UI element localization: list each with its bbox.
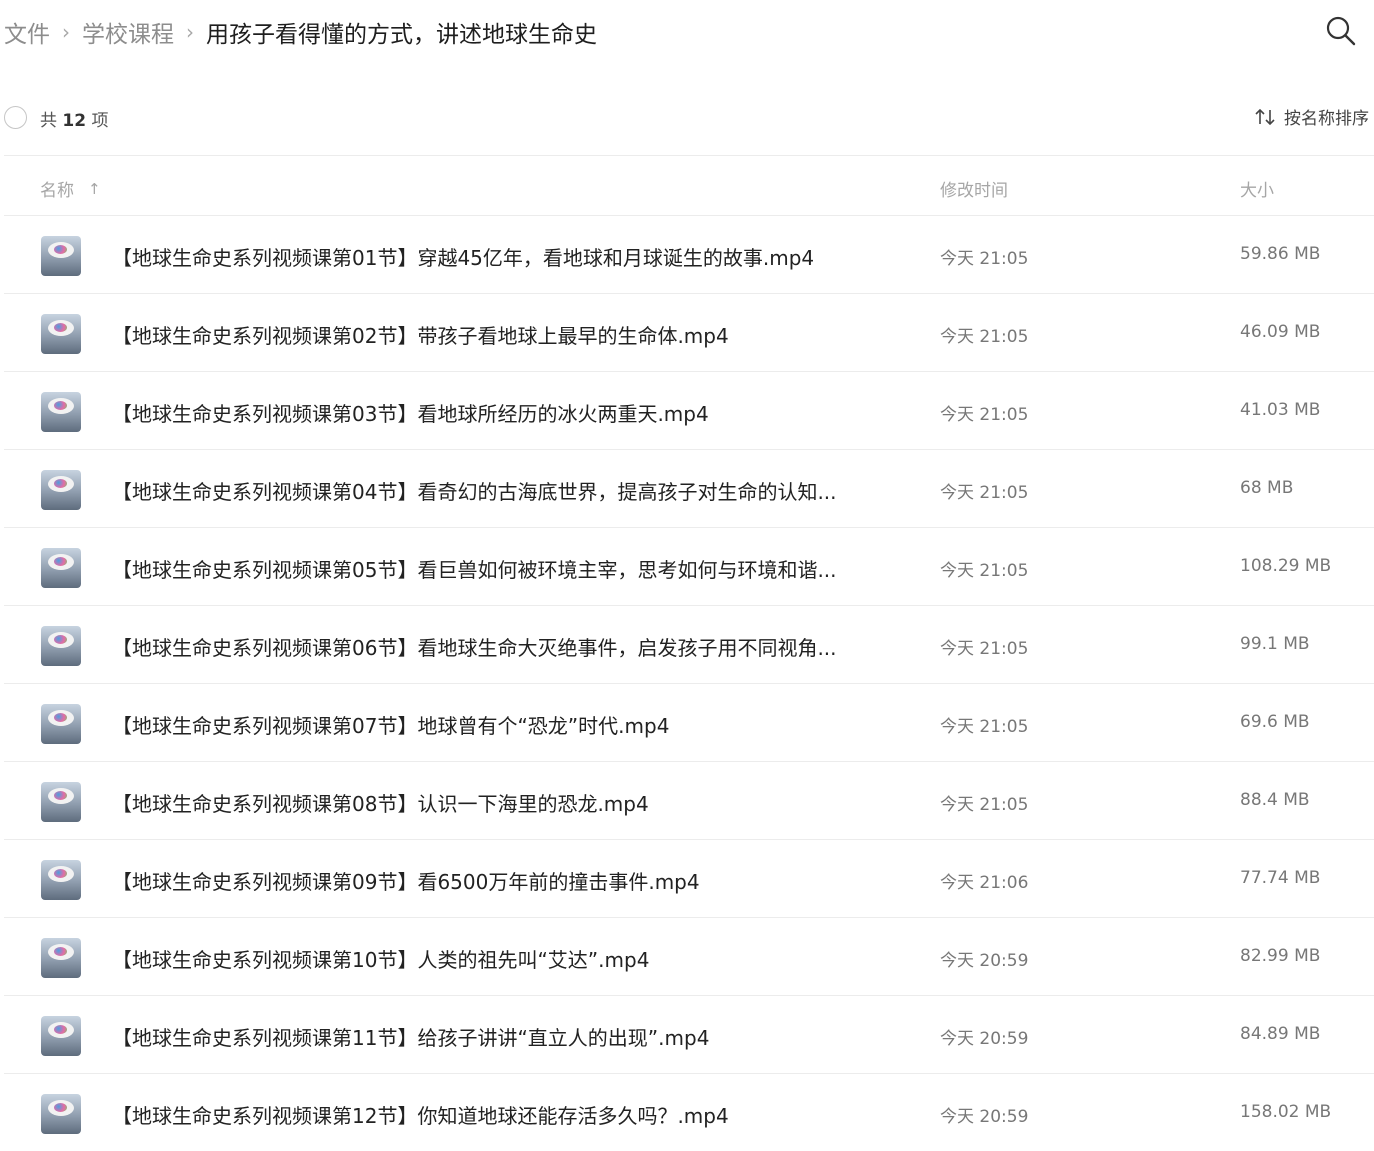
video-thumbnail-icon (41, 626, 81, 666)
toolbar: 共 12 项 按名称排序 (0, 96, 1374, 140)
video-thumbnail-icon (41, 704, 81, 744)
file-row[interactable]: 【地球生命史系列视频课第06节】看地球生命大灭绝事件，启发孩子用不同视角... 今… (0, 606, 1374, 684)
sort-icon (1255, 108, 1275, 125)
file-row[interactable]: 【地球生命史系列视频课第12节】你知道地球还能存活多久吗？.mp4 今天 20:5… (0, 1074, 1374, 1151)
file-modified-time: 今天 21:06 (940, 873, 1029, 893)
count-value: 12 (62, 111, 87, 131)
file-row[interactable]: 【地球生命史系列视频课第03节】看地球所经历的冰火两重天.mp4 今天 21:05… (0, 372, 1374, 450)
file-size: 108.29 MB (1240, 556, 1332, 576)
sort-ascending-icon: ↑ (88, 179, 101, 198)
file-modified-time: 今天 20:59 (940, 1107, 1029, 1127)
file-row[interactable]: 【地球生命史系列视频课第11节】给孩子讲讲“直立人的出现”.mp4 今天 20:5… (0, 996, 1374, 1074)
column-header-name[interactable]: 名称 ↑ (40, 176, 101, 202)
file-modified-time: 今天 21:05 (940, 483, 1029, 503)
column-header-size[interactable]: 大小 (1240, 176, 1274, 201)
sort-button[interactable]: 按名称排序 (1254, 104, 1369, 129)
file-name[interactable]: 【地球生命史系列视频课第05节】看巨兽如何被环境主宰，思考如何与环境和谐... (112, 554, 882, 583)
select-all-checkbox[interactable] (4, 106, 27, 129)
count-suffix: 项 (91, 111, 109, 131)
file-name[interactable]: 【地球生命史系列视频课第11节】给孩子讲讲“直立人的出现”.mp4 (112, 1022, 882, 1051)
video-thumbnail-icon (41, 548, 81, 588)
sort-label: 按名称排序 (1284, 109, 1369, 129)
divider (4, 155, 1374, 156)
file-size: 84.89 MB (1240, 1024, 1321, 1044)
file-size: 88.4 MB (1240, 790, 1310, 810)
item-count: 共 12 项 (40, 106, 108, 131)
file-row[interactable]: 【地球生命史系列视频课第01节】穿越45亿年，看地球和月球诞生的故事.mp4 今天… (0, 216, 1374, 294)
video-thumbnail-icon (41, 314, 81, 354)
file-modified-time: 今天 20:59 (940, 951, 1029, 971)
breadcrumb: 文件 › 学校课程 › 用孩子看得懂的方式，讲述地球生命史 (4, 14, 597, 50)
breadcrumb-folder[interactable]: 学校课程 (82, 15, 174, 49)
file-modified-time: 今天 21:05 (940, 561, 1029, 581)
file-size: 46.09 MB (1240, 322, 1321, 342)
file-name[interactable]: 【地球生命史系列视频课第10节】人类的祖先叫“艾达”.mp4 (112, 944, 882, 973)
file-name[interactable]: 【地球生命史系列视频课第08节】认识一下海里的恐龙.mp4 (112, 788, 882, 817)
file-size: 59.86 MB (1240, 244, 1321, 264)
file-row[interactable]: 【地球生命史系列视频课第08节】认识一下海里的恐龙.mp4 今天 21:05 88.… (0, 762, 1374, 840)
count-prefix: 共 (40, 111, 57, 131)
file-modified-time: 今天 21:05 (940, 327, 1029, 347)
chevron-right-icon: › (186, 20, 194, 44)
file-row[interactable]: 【地球生命史系列视频课第04节】看奇幻的古海底世界，提高孩子对生命的认知... 今… (0, 450, 1374, 528)
video-thumbnail-icon (41, 860, 81, 900)
file-modified-time: 今天 21:05 (940, 717, 1029, 737)
file-modified-time: 今天 20:59 (940, 1029, 1029, 1049)
search-icon[interactable] (1324, 14, 1358, 48)
file-size: 82.99 MB (1240, 946, 1321, 966)
column-header-modified[interactable]: 修改时间 (940, 176, 1008, 201)
file-size: 68 MB (1240, 478, 1294, 498)
file-name[interactable]: 【地球生命史系列视频课第12节】你知道地球还能存活多久吗？.mp4 (112, 1100, 882, 1129)
file-size: 41.03 MB (1240, 400, 1321, 420)
file-name[interactable]: 【地球生命史系列视频课第03节】看地球所经历的冰火两重天.mp4 (112, 398, 882, 427)
file-name[interactable]: 【地球生命史系列视频课第06节】看地球生命大灭绝事件，启发孩子用不同视角... (112, 632, 882, 661)
file-size: 99.1 MB (1240, 634, 1310, 654)
file-modified-time: 今天 21:05 (940, 639, 1029, 659)
video-thumbnail-icon (41, 236, 81, 276)
file-name[interactable]: 【地球生命史系列视频课第02节】带孩子看地球上最早的生命体.mp4 (112, 320, 882, 349)
video-thumbnail-icon (41, 938, 81, 978)
file-modified-time: 今天 21:05 (940, 795, 1029, 815)
video-thumbnail-icon (41, 1016, 81, 1056)
breadcrumb-root[interactable]: 文件 (4, 15, 50, 49)
file-row[interactable]: 【地球生命史系列视频课第10节】人类的祖先叫“艾达”.mp4 今天 20:59 82… (0, 918, 1374, 996)
file-size: 158.02 MB (1240, 1102, 1332, 1122)
file-row[interactable]: 【地球生命史系列视频课第02节】带孩子看地球上最早的生命体.mp4 今天 21:0… (0, 294, 1374, 372)
column-name-label: 名称 (40, 181, 74, 201)
file-size: 69.6 MB (1240, 712, 1310, 732)
file-name[interactable]: 【地球生命史系列视频课第09节】看6500万年前的撞击事件.mp4 (112, 866, 882, 895)
file-name[interactable]: 【地球生命史系列视频课第01节】穿越45亿年，看地球和月球诞生的故事.mp4 (112, 242, 882, 271)
file-name[interactable]: 【地球生命史系列视频课第04节】看奇幻的古海底世界，提高孩子对生命的认知... (112, 476, 882, 505)
header: 文件 › 学校课程 › 用孩子看得懂的方式，讲述地球生命史 (0, 0, 1374, 64)
file-list: 【地球生命史系列视频课第01节】穿越45亿年，看地球和月球诞生的故事.mp4 今天… (0, 216, 1374, 1151)
video-thumbnail-icon (41, 1094, 81, 1134)
video-thumbnail-icon (41, 782, 81, 822)
file-modified-time: 今天 21:05 (940, 405, 1029, 425)
file-row[interactable]: 【地球生命史系列视频课第07节】地球曾有个“恐龙”时代.mp4 今天 21:05 6… (0, 684, 1374, 762)
file-row[interactable]: 【地球生命史系列视频课第09节】看6500万年前的撞击事件.mp4 今天 21:0… (0, 840, 1374, 918)
file-name[interactable]: 【地球生命史系列视频课第07节】地球曾有个“恐龙”时代.mp4 (112, 710, 882, 739)
video-thumbnail-icon (41, 470, 81, 510)
video-thumbnail-icon (41, 392, 81, 432)
file-size: 77.74 MB (1240, 868, 1321, 888)
chevron-right-icon: › (62, 20, 70, 44)
file-row[interactable]: 【地球生命史系列视频课第05节】看巨兽如何被环境主宰，思考如何与环境和谐... 今… (0, 528, 1374, 606)
page-title: 用孩子看得懂的方式，讲述地球生命史 (206, 22, 597, 48)
file-modified-time: 今天 21:05 (940, 249, 1029, 269)
